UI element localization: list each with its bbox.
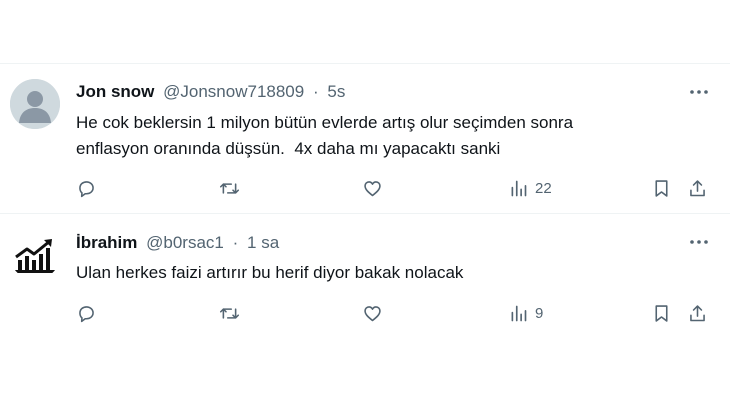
retweet-icon [219, 182, 240, 194]
bookmark-icon [655, 304, 668, 322]
retweet-icon [219, 307, 240, 319]
separator: · [312, 82, 319, 101]
like-button[interactable] [362, 177, 383, 199]
reply-icon [79, 305, 94, 322]
timestamp[interactable]: 1 sa [247, 233, 279, 252]
views-icon [511, 305, 527, 321]
more-button[interactable] [688, 234, 710, 250]
reply-button[interactable] [76, 177, 97, 199]
user-handle[interactable]: @b0rsac1 [146, 233, 224, 252]
action-bar: 9 [76, 302, 716, 324]
bookmark-button[interactable] [651, 177, 672, 199]
user-handle[interactable]: @Jonsnow718809 [163, 82, 304, 101]
separator: · [232, 233, 239, 252]
display-name[interactable]: Jon snow [76, 82, 154, 101]
more-icon [690, 240, 708, 244]
more-icon [690, 90, 708, 94]
views-button[interactable]: 22 [508, 177, 552, 199]
more-button[interactable] [688, 84, 710, 100]
timestamp[interactable]: 5s [327, 82, 345, 101]
bookmark-button[interactable] [651, 302, 672, 324]
share-icon [690, 304, 705, 321]
default-user-icon [10, 79, 60, 129]
views-count: 9 [535, 304, 544, 322]
tweet-text-line: Ulan herkes faizi artırır bu herif diyor… [76, 263, 464, 282]
tweet-header: İbrahim @b0rsac1 · 1 sa [76, 233, 279, 253]
tweet[interactable]: İbrahim @b0rsac1 · 1 sa Ulan herkes faiz… [0, 214, 730, 344]
share-button[interactable] [687, 302, 708, 324]
like-icon [364, 180, 381, 196]
like-icon [364, 305, 381, 321]
views-count: 22 [535, 179, 552, 197]
tweet-header: Jon snow @Jonsnow718809 · 5s [76, 82, 345, 102]
tweet-text-line: enflasyon oranında düşsün. 4x daha mı ya… [76, 139, 501, 158]
share-icon [690, 179, 705, 196]
retweet-button[interactable] [219, 177, 240, 199]
bookmark-icon [655, 179, 668, 197]
avatar[interactable] [10, 230, 60, 280]
share-button[interactable] [687, 177, 708, 199]
rising-chart-icon [10, 230, 60, 280]
like-button[interactable] [362, 302, 383, 324]
reply-icon [79, 180, 94, 197]
views-button[interactable]: 9 [508, 302, 543, 324]
tweet-text-line: He cok beklersin 1 milyon bütün evlerde … [76, 113, 574, 132]
avatar[interactable] [10, 79, 60, 129]
tweet-text: He cok beklersin 1 milyon bütün evlerde … [76, 110, 696, 162]
retweet-button[interactable] [219, 302, 240, 324]
tweet-text: Ulan herkes faizi artırır bu herif diyor… [76, 260, 696, 286]
display-name[interactable]: İbrahim [76, 233, 137, 252]
action-bar: 22 [76, 177, 716, 199]
views-icon [511, 180, 527, 196]
reply-button[interactable] [76, 302, 97, 324]
tweet[interactable]: Jon snow @Jonsnow718809 · 5s He cok bekl… [0, 64, 730, 213]
